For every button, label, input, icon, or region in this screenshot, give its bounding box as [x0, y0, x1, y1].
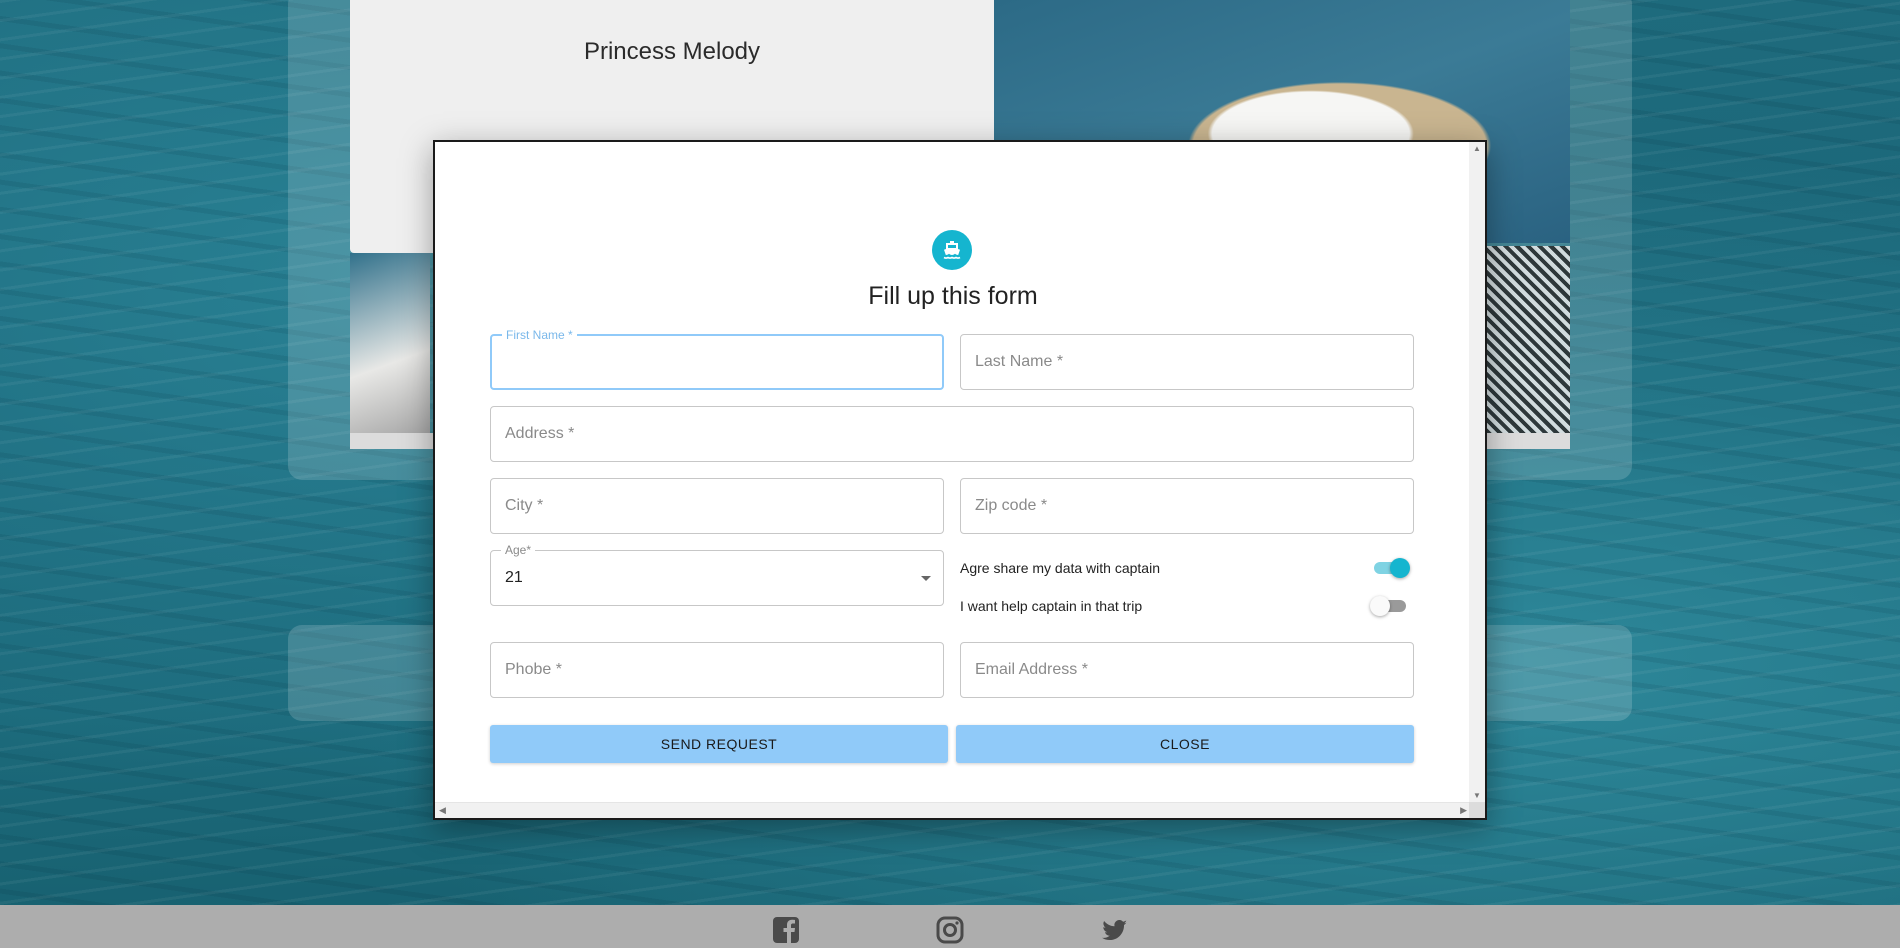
- scroll-corner: [1469, 802, 1485, 818]
- first-name-label: First Name *: [502, 328, 577, 342]
- close-button[interactable]: CLOSE: [956, 725, 1414, 763]
- zip-code-field[interactable]: [960, 478, 1414, 534]
- help-captain-toggle-row: I want help captain in that trip: [960, 594, 1410, 618]
- address-field[interactable]: [490, 406, 1414, 462]
- city-field[interactable]: [490, 478, 944, 534]
- address-input[interactable]: [491, 407, 1413, 461]
- phone-input[interactable]: [491, 643, 943, 697]
- help-captain-label: I want help captain in that trip: [960, 598, 1143, 614]
- switch-thumb[interactable]: [1390, 558, 1410, 578]
- first-name-field[interactable]: First Name *: [490, 328, 944, 390]
- scroll-up-icon[interactable]: ▲: [1473, 144, 1481, 153]
- scroll-right-icon[interactable]: ▶: [1460, 805, 1467, 816]
- scroll-down-icon[interactable]: ▼: [1473, 791, 1481, 800]
- zip-code-input[interactable]: [961, 479, 1413, 533]
- email-input[interactable]: [961, 643, 1413, 697]
- form-title: Fill up this form: [868, 282, 1038, 310]
- modal-vertical-scrollbar[interactable]: ▲ ▼: [1469, 142, 1485, 802]
- age-select[interactable]: Age* 21: [490, 543, 944, 606]
- modal-horizontal-scrollbar[interactable]: ◀ ▶: [435, 802, 1471, 818]
- age-value: 21: [505, 569, 523, 586]
- request-form-modal: ▲ ▼ ◀ ▶ Fill up this form First Name * A…: [433, 140, 1487, 820]
- email-field[interactable]: [960, 642, 1414, 698]
- ship-icon: [932, 230, 972, 270]
- chevron-down-icon[interactable]: [921, 576, 931, 581]
- age-label: Age*: [501, 543, 536, 557]
- scroll-left-icon[interactable]: ◀: [439, 805, 446, 816]
- share-data-label: Agre share my data with captain: [960, 560, 1160, 576]
- city-input[interactable]: [491, 479, 943, 533]
- help-captain-switch[interactable]: [1370, 594, 1410, 618]
- first-name-input[interactable]: [492, 336, 942, 388]
- phone-field[interactable]: [490, 642, 944, 698]
- switch-thumb[interactable]: [1370, 596, 1390, 616]
- last-name-field[interactable]: [960, 334, 1414, 390]
- send-request-button[interactable]: SEND REQUEST: [490, 725, 948, 763]
- last-name-input[interactable]: [961, 335, 1413, 389]
- share-data-toggle-row: Agre share my data with captain: [960, 556, 1410, 580]
- share-data-switch[interactable]: [1370, 556, 1410, 580]
